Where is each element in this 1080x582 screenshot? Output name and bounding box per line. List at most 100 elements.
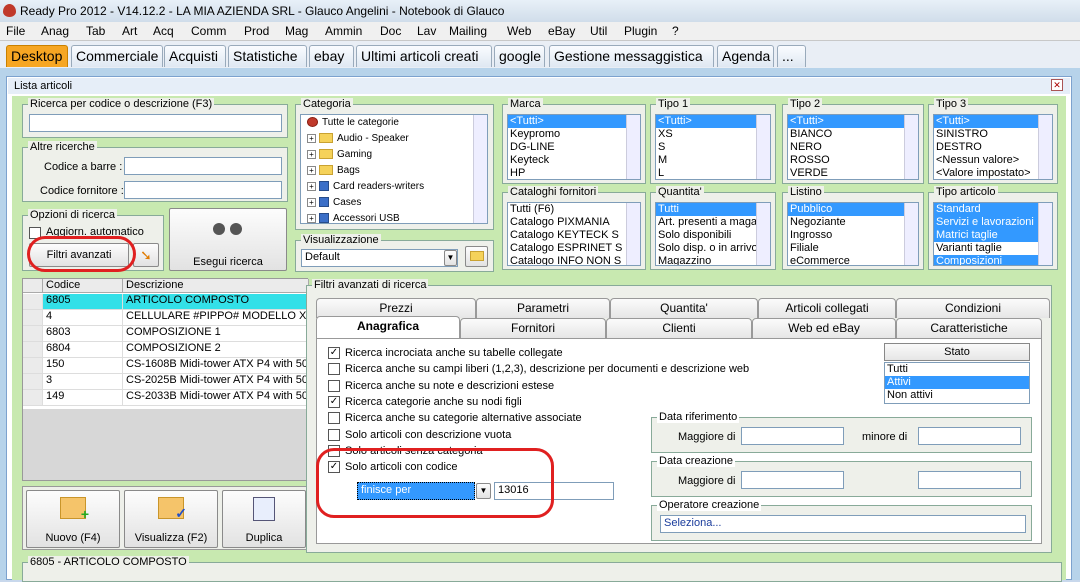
menu-item-comm[interactable]: Comm	[191, 24, 226, 38]
tab-1[interactable]: Commerciale	[71, 45, 163, 67]
menu-item-lav[interactable]: Lav	[417, 24, 436, 38]
tab-5[interactable]: Ultimi articoli creati	[356, 45, 492, 67]
tipo3-option[interactable]: SINISTRO	[934, 128, 1052, 141]
tipo1-option[interactable]: M	[656, 154, 770, 167]
filter-tab-6[interactable]: Fornitori	[460, 318, 606, 338]
grid-header-code[interactable]: Codice	[43, 279, 123, 293]
grid-cell-description[interactable]: COMPOSIZIONE 2	[123, 342, 307, 358]
grid-cell-code[interactable]: 6803	[43, 326, 123, 342]
scrollbar[interactable]	[904, 115, 918, 179]
view-select[interactable]: Default	[301, 249, 458, 267]
scrollbar[interactable]	[1038, 203, 1052, 265]
tipo2-option[interactable]: <Tutti>	[788, 115, 918, 128]
category-item[interactable]: + Card readers-writers	[307, 181, 424, 197]
quantita-option[interactable]: Magazzino	[656, 255, 770, 265]
filter-check-row[interactable]: Ricerca anche su campi liberi (1,2,3), d…	[328, 363, 749, 379]
filters-arrow-button[interactable]: ➘	[133, 243, 159, 267]
filter-check-row[interactable]: Solo articoli con descrizione vuota	[328, 429, 511, 445]
category-item[interactable]: Tutte le categorie	[307, 117, 399, 133]
reference-greater-input[interactable]	[741, 427, 844, 445]
category-item[interactable]: + Gaming	[307, 149, 372, 165]
tipo3-option[interactable]: <Nessun valore>	[934, 154, 1052, 167]
filter-tab-3[interactable]: Articoli collegati	[758, 298, 896, 318]
menu-item-mailing[interactable]: Mailing	[449, 24, 487, 38]
category-item[interactable]: + Bags	[307, 165, 360, 181]
quantita-option[interactable]: Solo disp. o in arrivo	[656, 242, 770, 255]
category-item[interactable]: + Accessori USB	[307, 213, 400, 223]
tipo2-option[interactable]: NERO	[788, 141, 918, 154]
tipo1-list[interactable]: <Tutti> XS S M L	[655, 114, 771, 180]
creation-less-input[interactable]	[918, 471, 1021, 489]
filter-tab-7[interactable]: Clienti	[606, 318, 752, 338]
scrollbar[interactable]	[626, 203, 640, 265]
expand-icon[interactable]: +	[307, 213, 316, 223]
expand-icon[interactable]: +	[307, 133, 316, 143]
filter-check-row[interactable]: ✓ Ricerca categorie anche su nodi figli	[328, 396, 522, 412]
cataloghi-option[interactable]: Catalogo ESPRINET S	[508, 242, 640, 255]
grid-header-description[interactable]: Descrizione	[123, 279, 309, 293]
tipo1-option[interactable]: S	[656, 141, 770, 154]
tipo_articolo-option[interactable]: Matrici taglie	[934, 229, 1052, 242]
tipo2-option[interactable]: BIANCO	[788, 128, 918, 141]
checkbox[interactable]	[328, 379, 340, 392]
menu-item-tab[interactable]: Tab	[86, 24, 105, 38]
filter-tab-9[interactable]: Caratteristiche	[896, 318, 1042, 338]
stato-option[interactable]: Non attivi	[885, 389, 1029, 402]
tipo1-option[interactable]: XS	[656, 128, 770, 141]
marca-option[interactable]: DG-LINE	[508, 141, 640, 154]
listino-option[interactable]: eCommerce	[788, 255, 918, 265]
grid-cell-code[interactable]: 6804	[43, 342, 123, 358]
marca-option[interactable]: HP	[508, 167, 640, 179]
tab-9[interactable]: ...	[777, 45, 806, 67]
operator-select[interactable]: Seleziona...	[660, 515, 1026, 533]
marca-list[interactable]: <Tutti> Keypromo DG-LINE Keyteck HP	[507, 114, 641, 180]
grid-cell-description[interactable]: CELLULARE #PIPPO# MODELLO XY	[123, 310, 307, 326]
tab-3[interactable]: Statistiche	[228, 45, 307, 67]
checkbox[interactable]	[328, 363, 340, 376]
cataloghi-option[interactable]: Tutti (F6)	[508, 203, 640, 216]
tab-0[interactable]: Desktop	[6, 45, 68, 67]
search-input[interactable]	[29, 114, 282, 132]
expand-icon[interactable]: +	[307, 165, 316, 175]
menu-item-mag[interactable]: Mag	[285, 24, 308, 38]
tipo2-list[interactable]: <Tutti> BIANCO NERO ROSSO VERDE	[787, 114, 919, 180]
grid-cell-description[interactable]: CS-2025B Midi-tower ATX P4 with 500	[123, 374, 307, 390]
checkbox[interactable]: ✓	[328, 347, 340, 360]
filter-check-row[interactable]: Ricerca anche su note e descrizioni este…	[328, 380, 554, 396]
scrollbar[interactable]	[473, 115, 487, 223]
tipo1-option[interactable]: <Tutti>	[656, 115, 770, 128]
tipo3-option[interactable]: <Tutti>	[934, 115, 1052, 128]
checkbox[interactable]	[328, 428, 340, 441]
tipo_articolo-option[interactable]: Varianti taglie	[934, 242, 1052, 255]
view-button[interactable]: ✓ Visualizza (F2)	[124, 490, 218, 548]
grid-cell-description[interactable]: CS-2033B Midi-tower ATX P4 with 500	[123, 390, 307, 406]
listino-option[interactable]: Pubblico	[788, 203, 918, 216]
scrollbar[interactable]	[756, 203, 770, 265]
cataloghi-option[interactable]: Catalogo KEYTECK S	[508, 229, 640, 242]
tipo3-list[interactable]: <Tutti> SINISTRO DESTRO <Nessun valore> <Val…	[933, 114, 1053, 180]
duplicate-button[interactable]: Duplica	[222, 490, 306, 548]
filter-tab-8[interactable]: Web ed eBay	[752, 318, 896, 338]
filter-tab-0[interactable]: Prezzi	[316, 298, 476, 318]
menu-item-doc[interactable]: Doc	[380, 24, 401, 38]
tipo3-option[interactable]: <Valore impostato>	[934, 167, 1052, 179]
listino-option[interactable]: Filiale	[788, 242, 918, 255]
scrollbar[interactable]	[904, 203, 918, 265]
quantita-option[interactable]: Art. presenti a magaz	[656, 216, 770, 229]
tab-6[interactable]: google	[494, 45, 545, 67]
filter-check-row[interactable]: Ricerca anche su categorie alternative a…	[328, 412, 582, 428]
expand-icon[interactable]: +	[307, 149, 316, 159]
tipo2-option[interactable]: VERDE	[788, 167, 918, 179]
grid-cell-code[interactable]: 3	[43, 374, 123, 390]
execute-search-button[interactable]: Esegui ricerca	[169, 208, 287, 271]
stato-option[interactable]: Attivi	[885, 376, 1029, 389]
cataloghi-option[interactable]: Catalogo INFO NON S	[508, 255, 640, 265]
expand-icon[interactable]: +	[307, 197, 316, 207]
filter-tab-4[interactable]: Condizioni	[896, 298, 1050, 318]
tipo_articolo-option[interactable]: Composizioni	[934, 255, 1052, 265]
expand-icon[interactable]: +	[307, 181, 316, 191]
tipo_articolo-option[interactable]: Standard	[934, 203, 1052, 216]
category-tree[interactable]: Tutte le categorie + Audio - Speaker + Gamin…	[300, 114, 488, 224]
scrollbar[interactable]	[756, 115, 770, 179]
marca-option[interactable]: Keyteck	[508, 154, 640, 167]
